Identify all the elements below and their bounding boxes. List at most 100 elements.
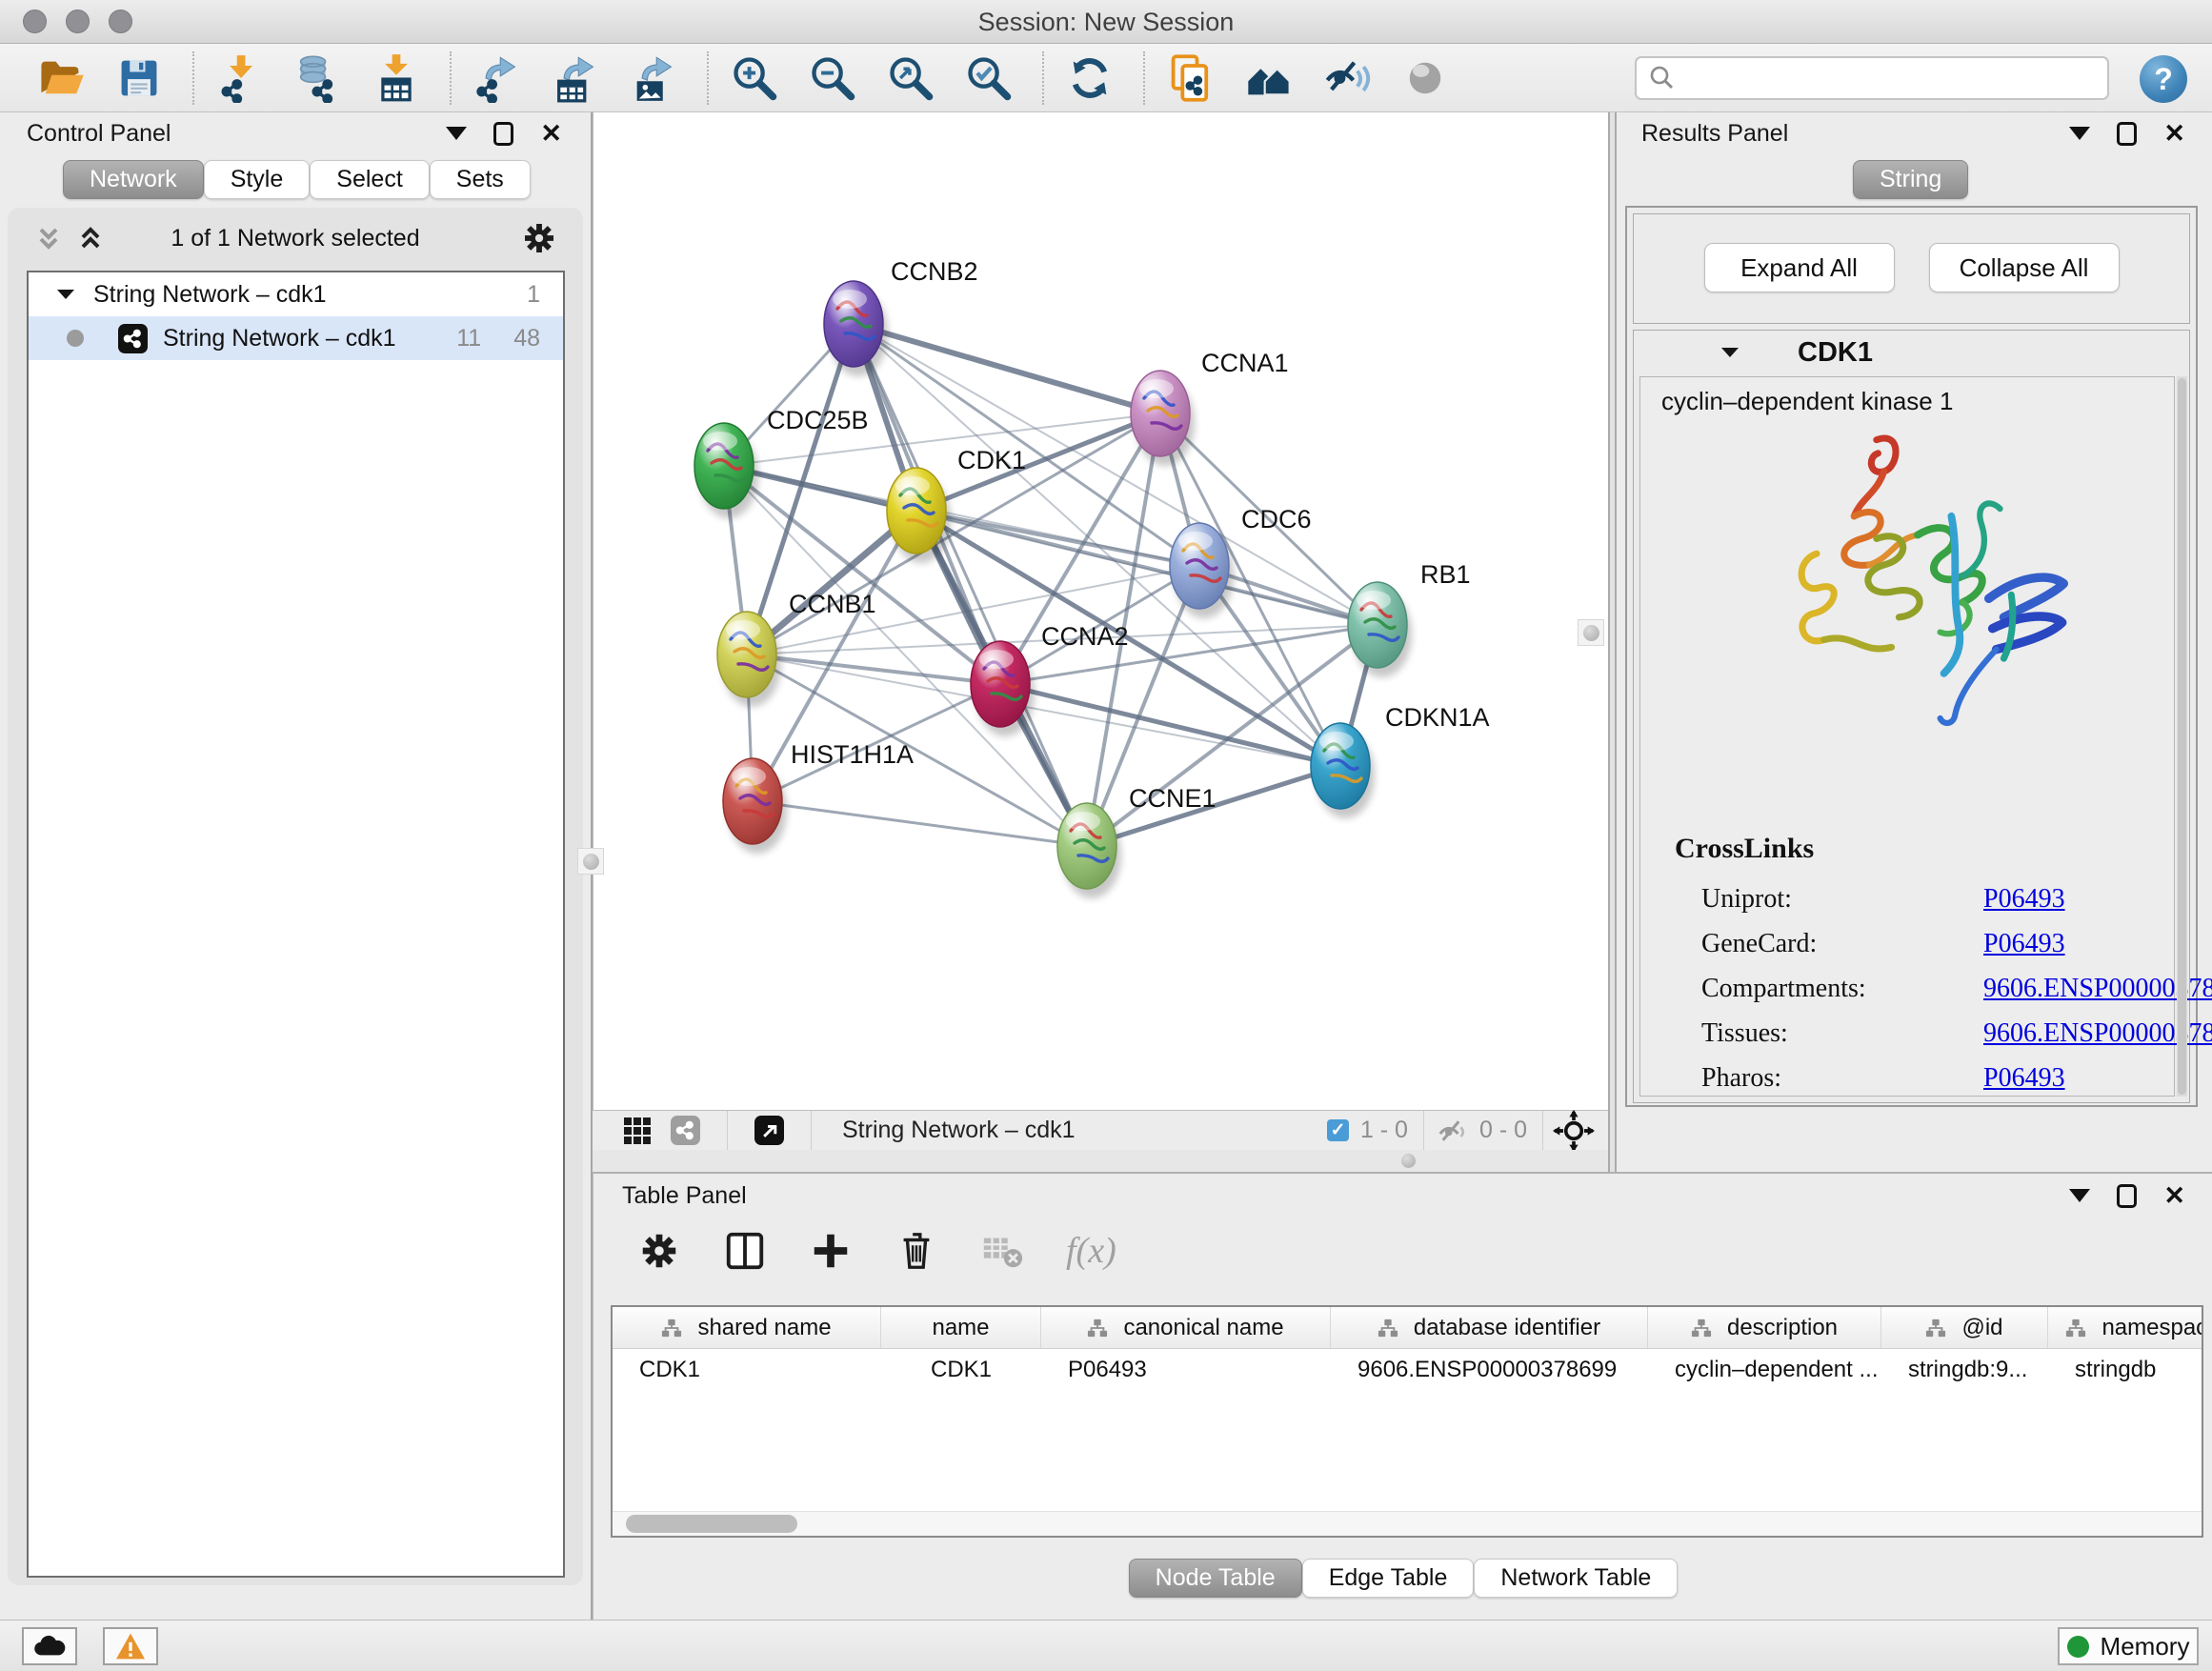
- column-header-description[interactable]: description: [1648, 1307, 1881, 1348]
- cell-name[interactable]: CDK1: [881, 1349, 1041, 1391]
- column-label: namespace: [2101, 1315, 2203, 1341]
- cell-namespace[interactable]: stringdb: [2048, 1349, 2203, 1391]
- show-columns-icon[interactable]: [723, 1229, 767, 1273]
- network-label: String Network – cdk1: [163, 325, 396, 352]
- delete-column-icon[interactable]: [895, 1229, 938, 1273]
- float-panel-icon[interactable]: [2117, 1184, 2137, 1208]
- tab-network[interactable]: Network: [63, 160, 204, 199]
- expand-all-button[interactable]: Expand All: [1704, 243, 1895, 292]
- import-table-from-file-icon[interactable]: [372, 53, 421, 103]
- clone-network-icon[interactable]: [1166, 53, 1216, 103]
- export-table-icon[interactable]: [551, 53, 600, 103]
- grid-view-icon[interactable]: [621, 1115, 654, 1147]
- save-session-icon[interactable]: [114, 53, 164, 103]
- splitter-handle-icon[interactable]: [1401, 1154, 1416, 1168]
- cell-id[interactable]: stringdb:9...: [1881, 1349, 2048, 1391]
- create-column-icon[interactable]: [809, 1229, 853, 1273]
- cloud-button[interactable]: [22, 1627, 77, 1665]
- network-node-CCNA1[interactable]: CCNA1: [1131, 349, 1289, 466]
- tab-edge-table[interactable]: Edge Table: [1302, 1559, 1475, 1598]
- tab-sets[interactable]: Sets: [430, 160, 531, 199]
- table-horizontal-scrollbar[interactable]: [613, 1511, 2202, 1536]
- import-network-from-file-icon[interactable]: [215, 53, 265, 103]
- memory-button[interactable]: Memory: [2058, 1627, 2199, 1665]
- tree-expand-icon[interactable]: [53, 282, 78, 307]
- export-image-icon[interactable]: [629, 53, 678, 103]
- network-edge[interactable]: [854, 324, 1160, 413]
- cell-canonical-name[interactable]: P06493: [1041, 1349, 1331, 1391]
- network-collection-row[interactable]: String Network – cdk1 1: [29, 272, 563, 316]
- close-panel-icon[interactable]: ✕: [2163, 122, 2185, 146]
- import-network-from-database-icon[interactable]: [293, 53, 343, 103]
- help-button[interactable]: ?: [2140, 55, 2187, 103]
- export-network-icon[interactable]: [473, 53, 522, 103]
- column-header-namespace[interactable]: namespace: [2048, 1307, 2203, 1348]
- hide-selected-icon[interactable]: [1322, 53, 1372, 103]
- results-scrollbar[interactable]: [2177, 376, 2187, 1097]
- status-bar: Memory: [0, 1620, 2212, 1671]
- crosslink-pharos[interactable]: P06493: [1983, 1063, 2065, 1094]
- column-header-id[interactable]: @id: [1881, 1307, 2048, 1348]
- network-edge[interactable]: [753, 801, 1087, 846]
- close-panel-icon[interactable]: ✕: [2163, 1184, 2185, 1208]
- table-row[interactable]: CDK1CDK1P064939606.ENSP00000378699cyclin…: [613, 1349, 2202, 1391]
- cell-shared-name[interactable]: CDK1: [613, 1349, 881, 1391]
- vertical-splitter[interactable]: [1608, 112, 1617, 1172]
- column-header-shared-name[interactable]: shared name: [613, 1307, 881, 1348]
- crosslinks-rows: Uniprot:P06493GeneCard:P06493Compartment…: [1701, 876, 2212, 1100]
- right-splitter-knob[interactable]: [1578, 619, 1604, 646]
- collapse-all-button[interactable]: Collapse All: [1929, 243, 2120, 292]
- collapse-panel-icon[interactable]: [2069, 127, 2090, 140]
- table-options-gear-icon[interactable]: [637, 1229, 681, 1273]
- search-field[interactable]: [1635, 56, 2109, 100]
- search-input[interactable]: [1677, 65, 2086, 91]
- close-panel-icon[interactable]: ✕: [540, 122, 562, 146]
- network-row[interactable]: String Network – cdk1 11 48: [29, 316, 563, 360]
- zoom-selected-icon[interactable]: [964, 53, 1014, 103]
- column-header-canonical-name[interactable]: canonical name: [1041, 1307, 1331, 1348]
- open-file-icon[interactable]: [36, 53, 86, 103]
- network-node-CCNE1[interactable]: CCNE1: [1057, 784, 1217, 898]
- refresh-icon[interactable]: [1065, 53, 1115, 103]
- zoom-out-icon[interactable]: [808, 53, 857, 103]
- tab-style[interactable]: Style: [204, 160, 311, 199]
- string-view-icon[interactable]: [671, 1116, 700, 1145]
- network-edge[interactable]: [747, 654, 1000, 684]
- left-splitter-knob[interactable]: [577, 848, 604, 875]
- network-node-RB1[interactable]: RB1: [1348, 560, 1471, 677]
- crosslink-uniprot[interactable]: P06493: [1983, 884, 2065, 915]
- zoom-in-icon[interactable]: [730, 53, 779, 103]
- collapse-panel-icon[interactable]: [446, 127, 467, 140]
- network-node-CDC25B[interactable]: CDC25B: [694, 406, 869, 518]
- float-panel-icon[interactable]: [2117, 122, 2137, 146]
- scrollbar-thumb[interactable]: [626, 1515, 797, 1533]
- float-panel-icon[interactable]: [493, 122, 513, 146]
- zoom-fit-content-icon[interactable]: [886, 53, 935, 103]
- tab-string[interactable]: String: [1853, 160, 1968, 199]
- string-network-icon: [118, 324, 148, 353]
- tab-network-table[interactable]: Network Table: [1474, 1559, 1678, 1598]
- crosslink-genecard[interactable]: P06493: [1983, 929, 2065, 959]
- cell-database-identifier[interactable]: 9606.ENSP00000378699: [1331, 1349, 1648, 1391]
- network-node-CDC6[interactable]: CDC6: [1170, 505, 1312, 618]
- detach-view-icon[interactable]: [754, 1116, 784, 1145]
- column-header-name[interactable]: name: [881, 1307, 1041, 1348]
- crosslink-label: Tissues:: [1701, 1018, 1983, 1049]
- collapse-protein-icon[interactable]: [1718, 340, 1742, 365]
- birds-eye-view-icon[interactable]: [1553, 1110, 1595, 1152]
- node-label-RB1: RB1: [1420, 560, 1471, 589]
- cell-description[interactable]: cyclin–dependent ...: [1648, 1349, 1881, 1391]
- protein-description: cyclin–dependent kinase 1: [1661, 387, 2174, 416]
- network-canvas[interactable]: CCNB2CCNA1CDC25BCDK1CDC6RB1CCNB1CCNA2CDK…: [593, 112, 1608, 1110]
- network-graph[interactable]: CCNB2CCNA1CDC25BCDK1CDC6RB1CCNB1CCNA2CDK…: [593, 112, 1609, 1110]
- tab-node-table[interactable]: Node Table: [1129, 1559, 1302, 1598]
- column-header-database-identifier[interactable]: database identifier: [1331, 1307, 1648, 1348]
- tab-select[interactable]: Select: [310, 160, 429, 199]
- horizontal-splitter[interactable]: [593, 1150, 1608, 1172]
- selected-checkbox-icon[interactable]: ✓: [1327, 1119, 1349, 1141]
- warnings-button[interactable]: [103, 1627, 158, 1665]
- network-node-CDKN1A[interactable]: CDKN1A: [1311, 703, 1490, 818]
- show-hide-graphics-details-icon[interactable]: [1244, 53, 1294, 103]
- collapse-panel-icon[interactable]: [2069, 1189, 2090, 1202]
- show-all-sphere-icon[interactable]: [1400, 53, 1450, 103]
